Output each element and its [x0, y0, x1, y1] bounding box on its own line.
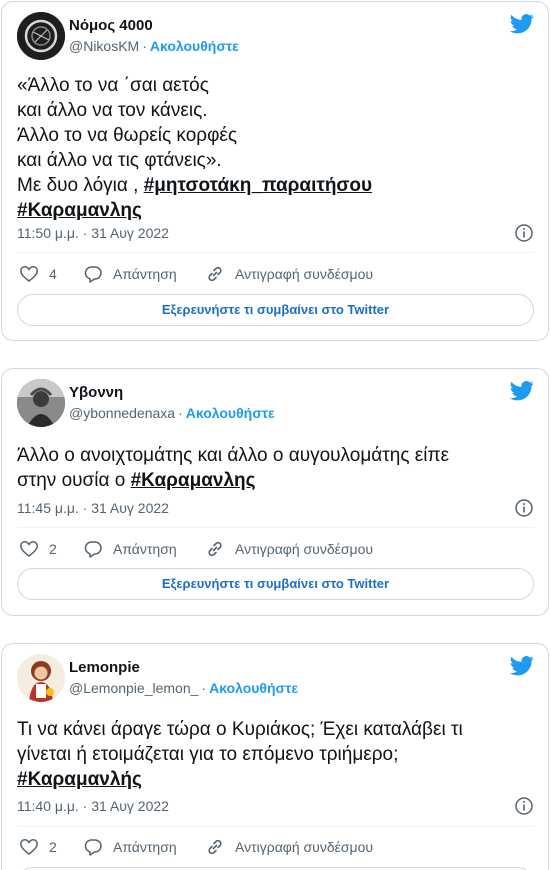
like-count: 2 [49, 839, 57, 855]
divider [17, 527, 534, 528]
reply-label: Απάντηση [113, 541, 177, 557]
tweet-line: #Καραμανλης [17, 198, 534, 223]
hashtag-link[interactable]: #Καραμανλης [131, 470, 256, 491]
actions-row: 4 Απάντηση Αντιγραφή συνδέσμου [17, 263, 534, 285]
author-name[interactable]: Lemonpie [69, 658, 298, 678]
tweet-line: και άλλο να τις φτάνεις». [17, 150, 222, 171]
tweet-line: Με δυο λόγια , #μητσοτάκη_παραιτήσου [17, 173, 534, 198]
tweet-timestamp[interactable]: 11:40 μ.μ. · 31 Αυγ 2022 [17, 798, 169, 814]
tweet-text: Τι να κάνει άραγε τώρα ο Κυριάκος; Έχει … [17, 717, 534, 792]
tweet-line: γίνεται ή ετοιμάζεται για το επόμενο τρι… [17, 744, 399, 765]
tweet-card: Νόμος 4000 @NikosKM · Ακολουθήστε «Άλλο το… [1, 1, 549, 341]
copy-link-button[interactable]: Αντιγραφή συνδέσμου [205, 538, 373, 560]
reply-bubble-icon [84, 541, 102, 558]
author-name[interactable]: Υβοννη [69, 383, 275, 403]
heart-icon [20, 266, 38, 282]
copy-link-label: Αντιγραφή συνδέσμου [235, 266, 374, 282]
actions-row: 2 Απάντηση Αντιγραφή συνδέσμου [17, 836, 534, 858]
reply-bubble-icon [84, 839, 102, 856]
tweet-text: «Άλλο το να ΄σαι αετός και άλλο να τον κ… [17, 73, 534, 223]
tweet-line: Άλλο ο ανοιχτομάτης και άλλο ο αυγουλομά… [17, 445, 450, 466]
reply-label: Απάντηση [113, 266, 177, 282]
follow-link[interactable]: Ακολουθήστε [150, 38, 239, 54]
reply-button[interactable]: Απάντηση [83, 538, 177, 560]
actions-row: 2 Απάντηση Αντιγραφή συνδέσμου [17, 538, 534, 560]
like-button[interactable]: 2 [19, 538, 57, 560]
author-handle[interactable]: @ybonnedenaxa [69, 405, 175, 421]
author-block: Νόμος 4000 @NikosKM · Ακολουθήστε [69, 16, 239, 56]
link-icon [208, 541, 222, 557]
handle-row: @ybonnedenaxa · Ακολουθήστε [69, 405, 275, 421]
tweet-line: Άλλο το να θωρείς κορφές [17, 125, 238, 146]
tweet-meta: 11:45 μ.μ. · 31 Αυγ 2022 [17, 498, 534, 518]
author-handle[interactable]: @Lemonpie_lemon_ [69, 680, 198, 696]
link-icon [208, 266, 222, 282]
author-name[interactable]: Νόμος 4000 [69, 16, 239, 36]
copy-link-label: Αντιγραφή συνδέσμου [235, 839, 374, 855]
copy-link-label: Αντιγραφή συνδέσμου [235, 541, 374, 557]
tweet-meta: 11:50 μ.μ. · 31 Αυγ 2022 [17, 223, 534, 243]
author-handle[interactable]: @NikosKM [69, 38, 139, 54]
twitter-bird-icon[interactable] [510, 381, 534, 401]
info-icon[interactable] [514, 223, 534, 243]
tweet-line-text: Με δυο λόγια , [17, 175, 139, 196]
reply-label: Απάντηση [113, 839, 177, 855]
handle-row: @Lemonpie_lemon_ · Ακολουθήστε [69, 680, 298, 696]
author-block: Υβοννη @ybonnedenaxa · Ακολουθήστε [69, 383, 275, 423]
reply-button[interactable]: Απάντηση [83, 836, 177, 858]
divider [17, 252, 534, 253]
divider [17, 826, 534, 827]
follow-link[interactable]: Ακολουθήστε [186, 405, 275, 421]
link-icon [208, 839, 222, 855]
reply-bubble-icon [84, 266, 102, 283]
info-icon[interactable] [514, 498, 534, 518]
tweet-line: στην ουσία ο #Καραμανλης [17, 468, 534, 493]
author-block: Lemonpie @Lemonpie_lemon_ · Ακολουθήστε [69, 658, 298, 698]
explore-twitter-button[interactable]: Εξερευνήστε τι συμβαίνει στο Twitter [17, 294, 534, 326]
explore-twitter-button[interactable]: Εξερευνήστε τι συμβαίνει στο Twitter [17, 568, 534, 600]
tweet-header: Υβοννη @ybonnedenaxa · Ακολουθήστε [17, 379, 534, 427]
tweet-text: Άλλο ο ανοιχτομάτης και άλλο ο αυγουλομά… [17, 443, 534, 493]
tweet-line: «Άλλο το να ΄σαι αετός [17, 75, 209, 96]
info-icon[interactable] [514, 796, 534, 816]
twitter-bird-icon[interactable] [510, 656, 534, 676]
copy-link-button[interactable]: Αντιγραφή συνδέσμου [205, 836, 373, 858]
tweet-line: και άλλο να τον κάνεις. [17, 100, 208, 121]
follow-link[interactable]: Ακολουθήστε [209, 680, 298, 696]
tweet-meta: 11:40 μ.μ. · 31 Αυγ 2022 [17, 796, 534, 816]
avatar[interactable] [17, 12, 65, 60]
tweet-line: Τι να κάνει άραγε τώρα ο Κυριάκος; Έχει … [17, 719, 463, 740]
hashtag-link[interactable]: #Καραμανλής [17, 769, 142, 790]
like-count: 2 [49, 541, 57, 557]
hashtag-link[interactable]: #Καραμανλης [17, 200, 142, 221]
twitter-bird-icon[interactable] [510, 14, 534, 34]
heart-icon [20, 541, 38, 557]
like-button[interactable]: 4 [19, 263, 57, 285]
reply-button[interactable]: Απάντηση [83, 263, 177, 285]
like-count: 4 [49, 266, 57, 282]
tweet-header: Lemonpie @Lemonpie_lemon_ · Ακολουθήστε [17, 654, 534, 702]
handle-row: @NikosKM · Ακολουθήστε [69, 38, 239, 54]
tweet-timestamp[interactable]: 11:50 μ.μ. · 31 Αυγ 2022 [17, 225, 169, 241]
tweet-card: Υβοννη @ybonnedenaxa · Ακολουθήστε Άλλο ο … [1, 368, 549, 616]
like-button[interactable]: 2 [19, 836, 57, 858]
tweet-timestamp[interactable]: 11:45 μ.μ. · 31 Αυγ 2022 [17, 500, 169, 516]
heart-icon [20, 839, 38, 855]
tweet-line: #Καραμανλής [17, 767, 534, 792]
tweet-header: Νόμος 4000 @NikosKM · Ακολουθήστε [17, 12, 534, 60]
avatar[interactable] [17, 654, 65, 702]
tweet-card: Lemonpie @Lemonpie_lemon_ · Ακολουθήστε Τι… [1, 643, 549, 870]
tweet-line-text: στην ουσία ο [17, 470, 126, 491]
hashtag-link[interactable]: #μητσοτάκη_παραιτήσου [144, 175, 372, 196]
copy-link-button[interactable]: Αντιγραφή συνδέσμου [205, 263, 373, 285]
avatar[interactable] [17, 379, 65, 427]
